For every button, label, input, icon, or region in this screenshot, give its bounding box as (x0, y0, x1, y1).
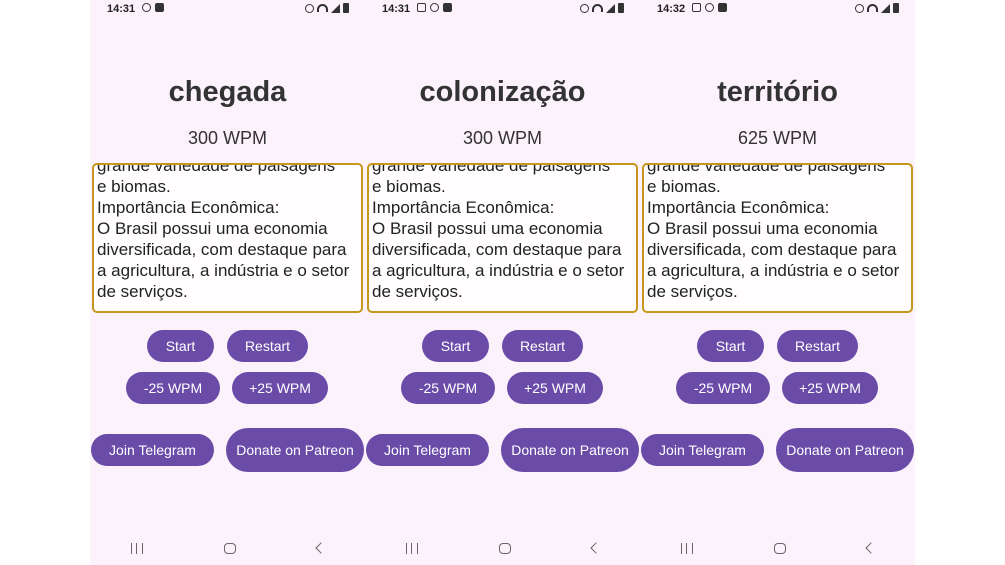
status-bar: 14:31 (365, 0, 640, 20)
back-icon[interactable] (864, 542, 877, 554)
home-icon[interactable] (498, 542, 511, 554)
decrease-wpm-button[interactable]: -25 WPM (126, 372, 220, 404)
start-button[interactable]: Start (147, 330, 214, 362)
restart-button[interactable]: Restart (227, 330, 308, 362)
instagram-icon (142, 3, 151, 12)
recent-apps-icon[interactable] (405, 542, 418, 554)
gallery-icon (692, 3, 701, 12)
signal-icon (881, 3, 890, 13)
gallery-icon (417, 3, 426, 12)
join-telegram-button[interactable]: Join Telegram (641, 434, 764, 466)
decrease-wpm-button[interactable]: -25 WPM (401, 372, 495, 404)
alarm-icon (855, 3, 864, 13)
text-content: grande variedade de paisagens e biomas. … (372, 163, 625, 301)
wifi-icon (317, 4, 328, 12)
text-content: grande variedade de paisagens e biomas. … (97, 163, 350, 301)
home-icon[interactable] (773, 542, 786, 554)
battery-icon (343, 3, 349, 13)
phone-screen-1: 14:31 chegada 300 WPM grande variedade d… (90, 0, 365, 565)
increase-wpm-button[interactable]: +25 WPM (507, 372, 603, 404)
current-word: território (717, 76, 838, 108)
notification-icons (142, 3, 164, 12)
recent-apps-icon[interactable] (130, 542, 143, 554)
navigation-bar (90, 531, 365, 565)
youtube-icon (718, 3, 727, 12)
join-telegram-button[interactable]: Join Telegram (366, 434, 489, 466)
wifi-icon (592, 4, 603, 12)
battery-icon (618, 3, 624, 13)
status-time: 14:32 (657, 3, 686, 15)
decrease-wpm-button[interactable]: -25 WPM (676, 372, 770, 404)
instagram-icon (705, 3, 714, 12)
status-bar: 14:32 (640, 0, 915, 20)
status-time: 14:31 (107, 3, 136, 15)
battery-icon (893, 3, 899, 13)
navigation-bar (640, 531, 915, 565)
increase-wpm-button[interactable]: +25 WPM (782, 372, 878, 404)
system-icons (305, 3, 349, 13)
youtube-icon (155, 3, 164, 12)
current-word: chegada (168, 76, 287, 108)
text-input-area[interactable]: grande variedade de paisagens e biomas. … (642, 163, 913, 313)
wpm-readout: 300 WPM (462, 128, 543, 148)
donate-patreon-button[interactable]: Donate on Patreon (501, 428, 639, 472)
current-word: colonização (419, 76, 586, 108)
status-time: 14:31 (382, 3, 411, 15)
text-content: grande variedade de paisagens e biomas. … (647, 163, 900, 301)
start-button[interactable]: Start (422, 330, 489, 362)
status-bar: 14:31 (90, 0, 365, 20)
wpm-readout: 300 WPM (187, 128, 268, 148)
donate-patreon-button[interactable]: Donate on Patreon (226, 428, 364, 472)
youtube-icon (443, 3, 452, 12)
restart-button[interactable]: Restart (777, 330, 858, 362)
increase-wpm-button[interactable]: +25 WPM (232, 372, 328, 404)
system-icons (580, 3, 624, 13)
back-icon[interactable] (589, 542, 602, 554)
signal-icon (606, 3, 615, 13)
start-button[interactable]: Start (697, 330, 764, 362)
instagram-icon (430, 3, 439, 12)
alarm-icon (305, 3, 314, 13)
navigation-bar (365, 531, 640, 565)
wifi-icon (867, 4, 878, 12)
signal-icon (331, 3, 340, 13)
text-input-area[interactable]: grande variedade de paisagens e biomas. … (92, 163, 363, 313)
donate-patreon-button[interactable]: Donate on Patreon (776, 428, 914, 472)
system-icons (855, 3, 899, 13)
wpm-readout: 625 WPM (737, 128, 818, 148)
notification-icons (417, 3, 452, 12)
alarm-icon (580, 3, 589, 13)
back-icon[interactable] (314, 542, 327, 554)
restart-button[interactable]: Restart (502, 330, 583, 362)
phone-screen-3: 14:32 território 625 WPM grande variedad… (640, 0, 915, 565)
recent-apps-icon[interactable] (680, 542, 693, 554)
phone-screen-2: 14:31 colonização 300 WPM grande varieda… (365, 0, 640, 565)
notification-icons (692, 3, 727, 12)
home-icon[interactable] (223, 542, 236, 554)
join-telegram-button[interactable]: Join Telegram (91, 434, 214, 466)
text-input-area[interactable]: grande variedade de paisagens e biomas. … (367, 163, 638, 313)
